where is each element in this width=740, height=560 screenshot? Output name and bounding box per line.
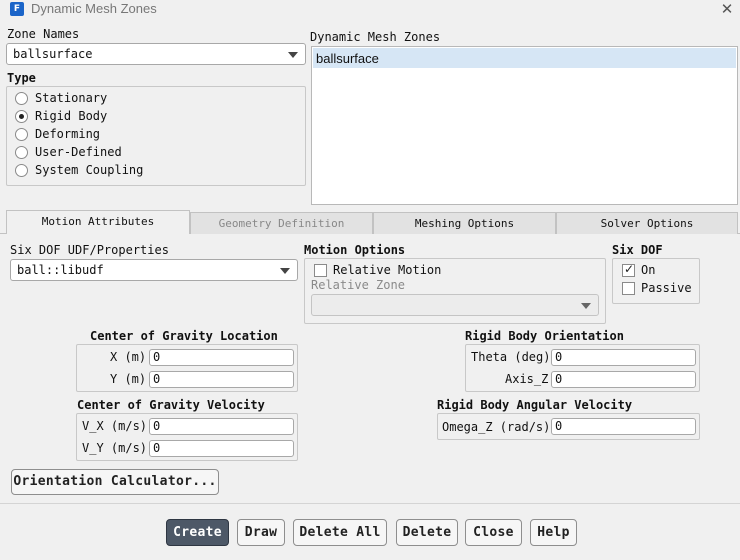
cg-y-label: Y (m) — [110, 372, 147, 386]
radio-label-deforming: Deforming — [35, 127, 101, 141]
radio-label-system-coupling: System Coupling — [35, 163, 144, 177]
close-icon[interactable]: ✕ — [718, 0, 736, 18]
relative-zone-label: Relative Zone — [311, 278, 405, 292]
title-bar: F Dynamic Mesh Zones ✕ — [0, 0, 740, 20]
theta-value: 0 — [555, 350, 563, 364]
list-item[interactable]: ballsurface — [313, 48, 736, 68]
close-button[interactable]: Close — [465, 519, 522, 546]
delete-button[interactable]: Delete — [396, 519, 458, 546]
vx-value: 0 — [153, 419, 161, 433]
six-dof-on-checkbox[interactable]: ✓ — [622, 262, 635, 277]
six-dof-on-label: On — [641, 263, 656, 277]
radio-label-stationary: Stationary — [35, 91, 108, 105]
draw-button[interactable]: Draw — [237, 519, 285, 546]
axis-z-input[interactable]: 0 — [551, 371, 696, 388]
cg-y-value: 0 — [153, 372, 161, 386]
dynamic-mesh-zones-label: Dynamic Mesh Zones — [310, 30, 441, 44]
rb-orientation-label: Rigid Body Orientation — [465, 329, 624, 343]
create-button[interactable]: Create — [166, 519, 229, 546]
radio-rigid-body[interactable] — [15, 110, 28, 123]
relative-motion-label: Relative Motion — [333, 263, 442, 277]
footer-divider — [0, 503, 740, 504]
six-dof-udf-label: Six DOF UDF/Properties — [10, 243, 169, 257]
motion-options-label: Motion Options — [304, 243, 406, 257]
type-group: Stationary Rigid Body Deforming User-Def… — [6, 86, 306, 186]
axis-z-value: 0 — [555, 372, 563, 386]
window-title: Dynamic Mesh Zones — [31, 1, 157, 16]
radio-stationary[interactable] — [15, 92, 28, 105]
chevron-down-icon — [288, 52, 298, 58]
six-dof-udf-value: ball::libudf — [17, 263, 104, 277]
rb-angular-velocity-group: Omega_Z (rad/s) 0 — [437, 413, 700, 440]
cg-location-label: Center of Gravity Location — [90, 329, 278, 343]
list-item-label: ballsurface — [316, 51, 379, 66]
omega-z-value: 0 — [555, 419, 563, 433]
six-dof-udf-dropdown[interactable]: ball::libudf — [10, 259, 298, 281]
help-button[interactable]: Help — [530, 519, 577, 546]
cg-y-input[interactable]: 0 — [149, 371, 294, 388]
omega-z-input[interactable]: 0 — [551, 418, 696, 435]
vx-input[interactable]: 0 — [149, 418, 294, 435]
six-dof-label: Six DOF — [612, 243, 663, 257]
delete-all-button[interactable]: Delete All — [293, 519, 387, 546]
cg-velocity-group: V_X (m/s) 0 V_Y (m/s) 0 — [76, 413, 298, 461]
chevron-down-icon — [280, 268, 290, 274]
motion-options-group: Relative Motion Relative Zone — [304, 258, 606, 324]
tab-solver-options[interactable]: Solver Options — [556, 212, 738, 234]
chevron-down-icon — [581, 303, 591, 309]
tab-motion-attributes[interactable]: Motion Attributes — [6, 210, 190, 234]
vy-input[interactable]: 0 — [149, 440, 294, 457]
vy-label: V_Y (m/s) — [82, 441, 148, 455]
theta-label: Theta (deg) — [471, 350, 551, 364]
dynamic-mesh-zones-list[interactable]: ballsurface — [311, 46, 738, 205]
theta-input[interactable]: 0 — [551, 349, 696, 366]
radio-label-rigid-body: Rigid Body — [35, 109, 108, 123]
cg-x-label: X (m) — [110, 350, 147, 364]
check-icon: ✓ — [624, 262, 635, 276]
axis-z-label: Axis_Z — [505, 372, 549, 386]
rb-angular-velocity-label: Rigid Body Angular Velocity — [437, 398, 633, 412]
radio-system-coupling[interactable] — [15, 164, 28, 177]
cg-location-group: X (m) 0 Y (m) 0 — [76, 344, 298, 392]
zone-names-value: ballsurface — [13, 47, 93, 61]
cg-x-value: 0 — [153, 350, 161, 364]
vy-value: 0 — [153, 441, 161, 455]
relative-motion-checkbox[interactable] — [314, 264, 327, 277]
radio-label-user-defined: User-Defined — [35, 145, 122, 159]
tab-meshing-options[interactable]: Meshing Options — [373, 212, 556, 234]
cg-x-input[interactable]: 0 — [149, 349, 294, 366]
vx-label: V_X (m/s) — [82, 419, 148, 433]
radio-deforming[interactable] — [15, 128, 28, 141]
zone-names-dropdown[interactable]: ballsurface — [6, 43, 306, 65]
type-label: Type — [7, 71, 36, 85]
cg-velocity-label: Center of Gravity Velocity — [77, 398, 265, 412]
radio-user-defined[interactable] — [15, 146, 28, 159]
orientation-calculator-button[interactable]: Orientation Calculator... — [11, 469, 219, 495]
tab-geometry-definition[interactable]: Geometry Definition — [190, 212, 373, 234]
relative-zone-dropdown[interactable] — [311, 294, 599, 316]
app-icon: F — [10, 2, 24, 16]
omega-z-label: Omega_Z (rad/s) — [442, 420, 551, 434]
passive-checkbox[interactable] — [622, 282, 635, 295]
six-dof-group: ✓ On Passive — [612, 258, 700, 304]
rb-orientation-group: Theta (deg) 0 Axis_Z 0 — [465, 344, 700, 392]
zone-names-label: Zone Names — [7, 27, 80, 41]
passive-label: Passive — [641, 281, 692, 295]
